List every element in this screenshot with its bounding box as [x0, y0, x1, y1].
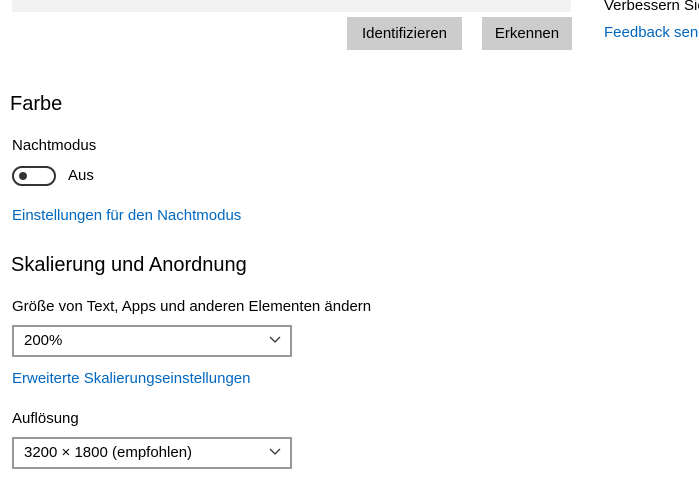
identify-button[interactable]: Identifizieren	[347, 17, 462, 50]
detect-button[interactable]: Erkennen	[482, 17, 572, 50]
night-mode-settings-link[interactable]: Einstellungen für den Nachtmodus	[12, 207, 241, 224]
size-label: Größe von Text, Apps und anderen Element…	[12, 298, 372, 315]
resolution-dropdown[interactable]: 3200 × 1800 (empfohlen)	[12, 437, 292, 469]
color-section-heading: Farbe	[10, 93, 63, 115]
resolution-dropdown-value: 3200 × 1800 (empfohlen)	[24, 444, 193, 461]
toggle-knob-icon	[19, 172, 27, 180]
size-dropdown[interactable]: 200%	[12, 325, 292, 357]
chevron-down-icon	[269, 336, 281, 343]
night-mode-label: Nachtmodus	[12, 137, 97, 154]
advanced-scaling-link[interactable]: Erweiterte Skalierungseinstellungen	[12, 370, 250, 387]
feedback-link[interactable]: Feedback send	[604, 24, 699, 41]
night-mode-toggle[interactable]	[12, 166, 56, 186]
resolution-label: Auflösung	[12, 410, 79, 427]
night-mode-state: Aus	[68, 167, 94, 184]
scale-section-heading: Skalierung und Anordnung	[11, 254, 247, 276]
size-dropdown-value: 200%	[24, 332, 63, 349]
side-panel-text: Verbessern Sie	[604, 0, 699, 14]
display-arrangement-area[interactable]	[12, 0, 571, 12]
chevron-down-icon	[269, 448, 281, 455]
